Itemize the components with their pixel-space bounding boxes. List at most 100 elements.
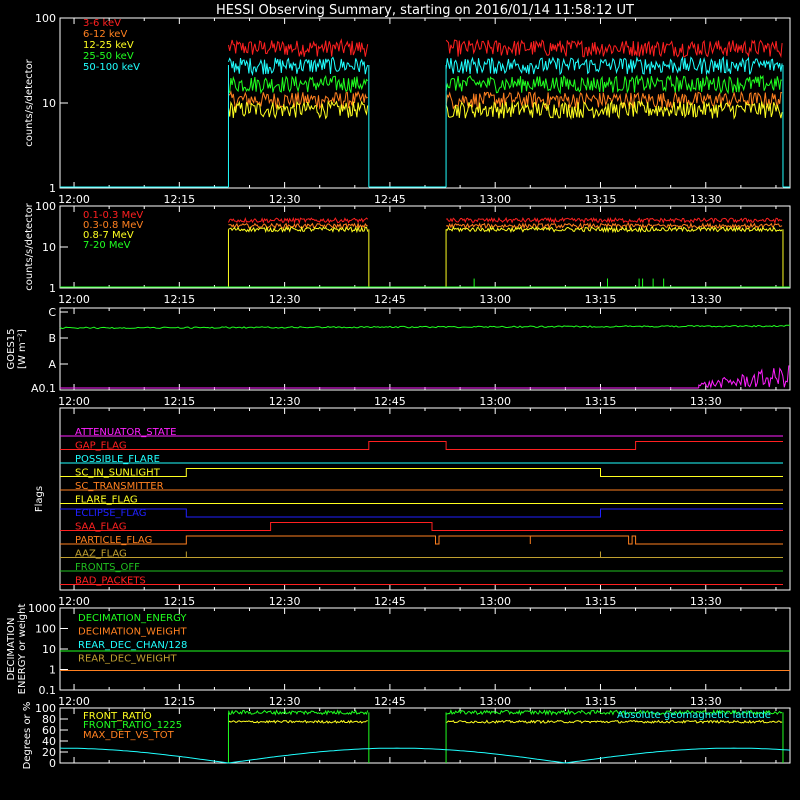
x-tick-label: 12:15 xyxy=(163,695,195,708)
x-tick-label: 12:45 xyxy=(374,595,406,608)
x-tick-label: 12:45 xyxy=(374,193,406,206)
x-tick-label: 12:45 xyxy=(374,395,406,408)
series-line xyxy=(445,38,783,59)
flag-line xyxy=(60,441,783,450)
flag-line xyxy=(60,522,783,531)
series-line xyxy=(445,216,783,225)
y-axis-label: counts/s/detector xyxy=(24,202,35,290)
y-axis-label: counts/s/detector xyxy=(24,58,35,146)
legend-entry: REAR_DEC_CHAN/128 xyxy=(78,640,187,651)
series-line xyxy=(228,56,369,77)
legend-entry: 6-12 keV xyxy=(83,29,127,40)
x-tick-label: 12:15 xyxy=(163,193,195,206)
x-tick-label: 13:15 xyxy=(585,293,617,306)
x-tick-label: 12:30 xyxy=(269,293,301,306)
series-line xyxy=(445,55,783,76)
plot-frame xyxy=(59,205,791,289)
legend-entry: 50-100 keV xyxy=(83,62,140,73)
x-tick-label: 13:00 xyxy=(479,595,511,608)
x-tick-label: 12:45 xyxy=(374,293,406,306)
x-tick-label: 12:15 xyxy=(163,595,195,608)
y-tick-label: 0.1 xyxy=(39,684,57,697)
x-tick-label: 12:00 xyxy=(58,595,90,608)
series-line xyxy=(228,99,369,120)
x-tick-label: 13:00 xyxy=(479,695,511,708)
y-tick-label: 1 xyxy=(49,182,56,195)
series-line xyxy=(228,74,369,95)
x-tick-label: 12:45 xyxy=(374,695,406,708)
x-tick-label: 13:15 xyxy=(585,595,617,608)
legend-entry: DECIMATION_WEIGHT xyxy=(78,627,187,638)
series-line xyxy=(445,100,783,121)
x-tick-label: 12:00 xyxy=(58,695,90,708)
x-tick-label: 12:00 xyxy=(58,293,90,306)
series-line xyxy=(228,719,368,724)
chart-panel-2: 12:00 12:15 12:30 12:45 13:00 13:15 13:30 1 10 10… xyxy=(24,200,791,306)
plot-frame xyxy=(59,307,791,391)
y-tick-label: 100 xyxy=(35,200,56,213)
y-tick-label: B xyxy=(48,332,56,345)
flag-line xyxy=(60,535,783,545)
x-tick-label: 13:30 xyxy=(690,293,722,306)
legend-entry: 25-50 keV xyxy=(83,51,134,62)
x-tick-label: 12:15 xyxy=(163,395,195,408)
y-tick-label: 10 xyxy=(42,643,56,656)
y-tick-label: C xyxy=(48,306,56,319)
chart-panel-4: 12:00 12:15 12:30 12:45 13:00 13:15 13:30 Flags… xyxy=(34,407,791,608)
chart-panel-6: 020406080100Degrees or % FRONT_RATIOFRONT… xyxy=(22,702,791,770)
series-line xyxy=(228,38,369,57)
y-tick-label: 100 xyxy=(35,702,56,715)
series-line xyxy=(228,222,368,230)
x-tick-label: 12:30 xyxy=(269,595,301,608)
x-tick-label: 12:30 xyxy=(269,695,301,708)
figure-title: HESSI Observing Summary, starting on 201… xyxy=(216,3,634,18)
x-tick-label: 13:30 xyxy=(690,395,722,408)
y-tick-label: 10 xyxy=(42,97,56,110)
y-tick-label: A xyxy=(48,358,56,371)
x-tick-label: 13:15 xyxy=(585,395,617,408)
y-axis-label: DECIMATION xyxy=(6,617,17,680)
plot-area: 12:00 12:15 12:30 12:45 13:00 13:15 13:3011010… xyxy=(6,12,791,770)
x-tick-label: 13:00 xyxy=(479,193,511,206)
y-axis-label: ENERGY or weight xyxy=(17,604,28,695)
y-tick-label: 1000 xyxy=(28,602,56,615)
legend-entry: 3-6 keV xyxy=(83,18,121,29)
series-line xyxy=(445,74,783,95)
y-tick-label: 1 xyxy=(49,282,56,295)
flag-line xyxy=(60,508,783,518)
goes-long-channel xyxy=(59,324,790,330)
goes-short-channel xyxy=(698,365,790,390)
series-line xyxy=(228,216,369,225)
x-tick-label: 12:00 xyxy=(58,395,90,408)
y-axis-label: GOES15 xyxy=(6,328,17,369)
legend-entry: Absolute geomagnetic latitude xyxy=(617,710,771,721)
legend-entry: DECIMATION_ENERGY xyxy=(78,613,187,624)
chart-panel-3: 12:00 12:15 12:30 12:45 13:00 13:15 13:30 A0.1 A… xyxy=(6,306,791,408)
chart-panel-1: 12:00 12:15 12:30 12:45 13:00 13:15 13:30 1 10 10… xyxy=(24,12,791,206)
y-axis-label: [W m⁻²] xyxy=(17,329,28,369)
x-tick-label: 13:30 xyxy=(690,193,722,206)
x-tick-label: 13:00 xyxy=(479,395,511,408)
legend-entry: MAX_DET_VS_TOT xyxy=(83,730,175,741)
x-tick-label: 12:30 xyxy=(269,395,301,408)
hessi-summary-figure: HESSI Observing Summary, starting on 201… xyxy=(6,3,791,770)
y-tick-label: 10 xyxy=(42,241,56,254)
x-tick-label: 13:00 xyxy=(479,293,511,306)
x-tick-label: 13:15 xyxy=(585,193,617,206)
x-tick-label: 12:30 xyxy=(269,193,301,206)
x-tick-label: 12:15 xyxy=(163,293,195,306)
y-axis-label: Degrees or % xyxy=(22,702,33,770)
x-tick-label: 13:15 xyxy=(585,695,617,708)
chart-panel-5: 12:00 12:15 12:30 12:45 13:00 13:15 13:30 0.1 1 1… xyxy=(6,602,791,708)
y-tick-label: 100 xyxy=(35,623,56,636)
y-tick-label: A0.1 xyxy=(31,382,56,395)
x-tick-label: 13:30 xyxy=(690,695,722,708)
legend-entry: 12-25 keV xyxy=(83,40,134,51)
flag-label: ECLIPSE_FLAG xyxy=(75,508,146,519)
series-line xyxy=(228,709,369,716)
x-tick-label: 12:00 xyxy=(58,193,90,206)
legend-entry: 7-20 MeV xyxy=(83,240,131,251)
x-tick-label: 13:30 xyxy=(690,595,722,608)
legend-entry: REAR_DEC_WEIGHT xyxy=(78,654,177,665)
y-tick-label: 1 xyxy=(49,664,56,677)
